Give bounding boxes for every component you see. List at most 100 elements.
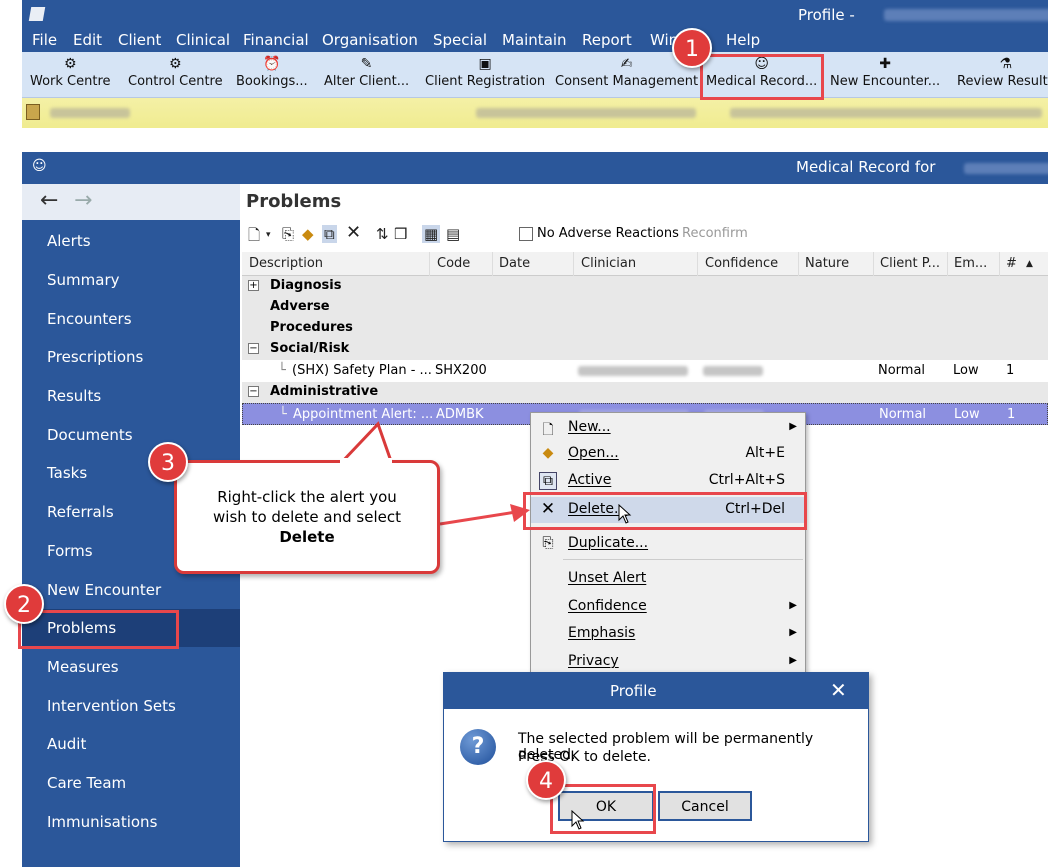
duplicate-icon: ⎘ [542,535,554,551]
control-centre-button[interactable]: ⚙ Control Centre [128,56,223,89]
delete-icon[interactable]: ✕ [346,222,361,243]
sidebar-item-prescriptions[interactable]: Prescriptions [22,338,240,376]
cancel-button[interactable]: Cancel [658,791,752,821]
sidebar-item-summary[interactable]: Summary [22,261,240,299]
copy-icon[interactable]: ⎘ [282,225,294,243]
col-code[interactable]: Code [437,256,470,271]
new-encounter-button[interactable]: ✚ New Encounter... [830,56,940,89]
medical-record-icon: ☺ [32,158,47,174]
menu-file[interactable]: File [32,31,57,49]
menu-financial[interactable]: Financial [243,31,309,49]
client-registration-button[interactable]: ▣ Client Registration [425,56,545,89]
menu-separator [563,559,803,560]
new-encounter-icon: ✚ [879,56,891,72]
group-procedures[interactable]: Procedures [242,318,1048,339]
col-nature[interactable]: Nature [805,256,849,271]
menu-item-unset-alert[interactable]: Unset Alert [531,566,805,592]
reconfirm-button[interactable]: Reconfirm [682,226,748,241]
redacted-patient-details [476,108,696,118]
no-adverse-checkbox[interactable] [519,227,533,241]
col-number[interactable]: # [1006,256,1017,271]
tree-line: └ [278,363,286,378]
menu-maintain[interactable]: Maintain [502,31,567,49]
highlight-ok [550,784,656,834]
layout-icon[interactable]: ▦ [422,225,441,243]
window-title: Profile - [798,6,855,24]
client-registration-icon: ▣ [478,56,492,72]
work-centre-icon: ⚙ [63,56,77,72]
redacted-patient-id [50,108,130,118]
menu-special[interactable]: Special [433,31,487,49]
sidebar-item-results[interactable]: Results [22,377,240,415]
package-icon[interactable]: ❒ [394,225,407,243]
open-icon[interactable]: ◆ [302,225,314,243]
refresh-icon[interactable]: ⇅ [376,225,389,243]
dropdown-arrow-icon[interactable]: ▾ [266,230,271,240]
menu-edit[interactable]: Edit [73,31,102,49]
instruction-callout: Right-click the alert you wish to delete… [174,460,440,574]
callout-text: wish to delete and select [213,508,401,526]
menu-item-open[interactable]: ◆ Open... Alt+E [531,441,805,467]
menu-client[interactable]: Client [118,31,161,49]
redacted-clinician [578,366,688,376]
table-row[interactable]: └ (SHX) Safety Plan - ... SHX200 Normal … [242,360,1048,382]
forward-arrow-icon[interactable]: → [74,188,92,213]
group-diagnosis[interactable]: + Diagnosis [242,276,1048,297]
medical-record-header: ☺ Medical Record for [22,152,1048,184]
col-clinician[interactable]: Clinician [581,256,636,271]
menu-item-confidence[interactable]: Confidence ▶ [531,594,805,620]
col-confidence[interactable]: Confidence [705,256,778,271]
sidebar-item-new-encounter[interactable]: New Encounter [22,571,240,609]
expand-icon[interactable]: + [248,280,259,291]
submenu-arrow-icon: ▶ [789,421,797,432]
menu-item-emphasis[interactable]: Emphasis ▶ [531,621,805,647]
page-title: Problems [246,191,342,212]
sidebar-item-encounters[interactable]: Encounters [22,300,240,338]
group-administrative[interactable]: − Administrative [242,382,1048,403]
group-adverse[interactable]: Adverse [242,297,1048,318]
menu-item-new[interactable]: 🗋 New... ▶ [531,415,805,441]
new-document-icon[interactable]: 🗋 [248,225,260,250]
redacted-patient-contact [730,108,1042,118]
menu-item-duplicate[interactable]: ⎘ Duplicate... [531,531,805,557]
highlight-medical-record [700,54,824,100]
sidebar-item-audit[interactable]: Audit [22,725,240,763]
consent-icon: ✍ [620,56,633,72]
menu-item-active[interactable]: ⧉ Active Ctrl+Alt+S [531,468,805,494]
sidebar-item-documents[interactable]: Documents [22,416,240,454]
group-social-risk[interactable]: − Social/Risk [242,339,1048,360]
no-adverse-label: No Adverse Reactions [537,226,679,241]
print-icon[interactable]: ▤ [446,225,460,243]
history-nav: ← → [22,184,240,220]
collapse-icon[interactable]: − [248,343,259,354]
work-centre-button[interactable]: ⚙ Work Centre [30,56,111,89]
close-icon[interactable]: ✕ [830,678,847,702]
sidebar-item-alerts[interactable]: Alerts [22,222,240,260]
sidebar-item-intervention-sets[interactable]: Intervention Sets [22,687,240,725]
submenu-arrow-icon: ▶ [789,627,797,638]
active-icon[interactable]: ⧉ [322,225,337,243]
sidebar-item-immunisations[interactable]: Immunisations [22,803,240,841]
context-menu: 🗋 New... ▶ ◆ Open... Alt+E ⧉ Active Ctrl… [530,412,806,674]
collapse-icon[interactable]: − [248,386,259,397]
sidebar-item-measures[interactable]: Measures [22,648,240,686]
review-results-icon: ⚗ [999,56,1013,72]
step-1-badge: 1 [672,28,712,68]
alter-client-button[interactable]: ✎ Alter Client... [324,56,409,89]
col-client-p[interactable]: Client P... [880,256,940,271]
back-arrow-icon[interactable]: ← [40,188,58,213]
dialog-title-bar: Profile ✕ [444,673,868,709]
sidebar-item-care-team[interactable]: Care Team [22,764,240,802]
menu-help[interactable]: Help [726,31,760,49]
submenu-arrow-icon: ▶ [789,655,797,666]
menu-organisation[interactable]: Organisation [322,31,418,49]
menu-clinical[interactable]: Clinical [176,31,230,49]
col-description[interactable]: Description [249,256,323,271]
bookings-button[interactable]: ⏰ Bookings... [236,56,308,89]
col-date[interactable]: Date [499,256,530,271]
sort-up-icon: ▲ [1026,259,1033,269]
col-em[interactable]: Em... [954,256,987,271]
review-results-button[interactable]: ⚗ Review Results [957,56,1048,89]
menu-report[interactable]: Report [582,31,632,49]
patient-banner [22,98,1048,128]
